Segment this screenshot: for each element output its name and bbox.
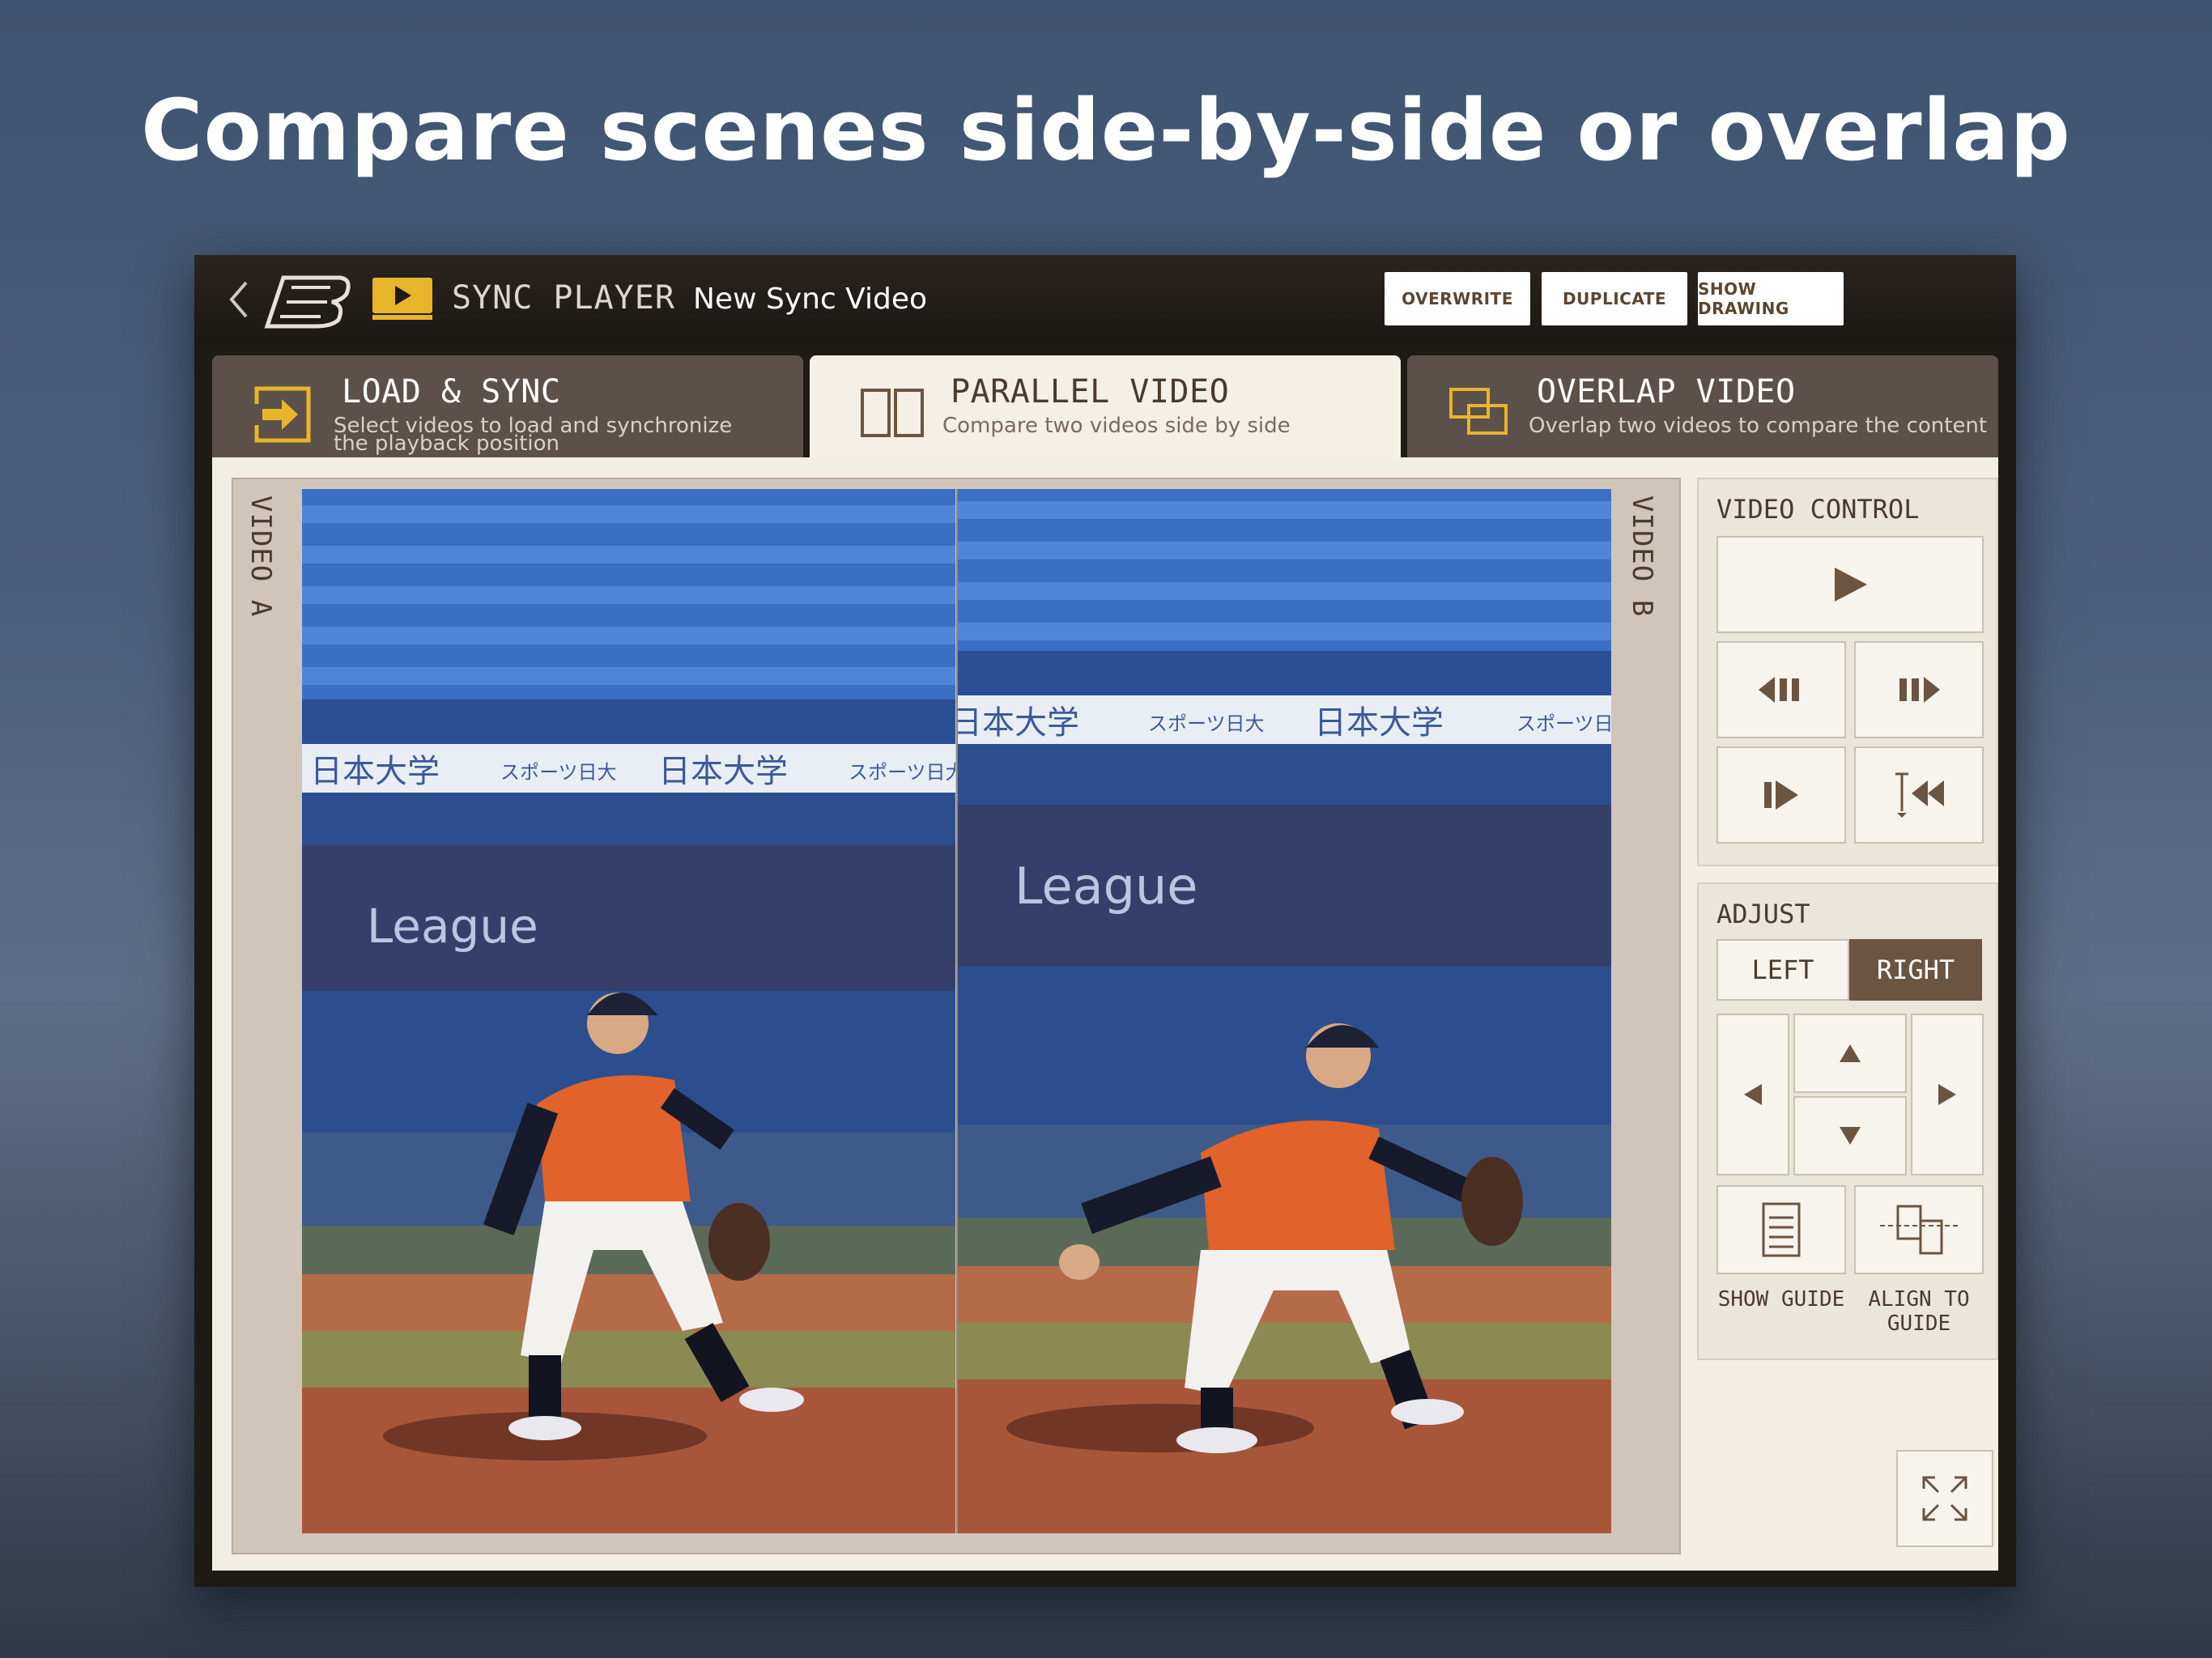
banner-sub-text: スポーツ日大 [500,761,617,784]
tab-subtitle: Select videos to load and synchronize th… [334,414,733,456]
adjust-title: ADJUST [1716,899,1810,929]
show-drawing-button[interactable]: SHOW DRAWING [1698,272,1844,325]
banner-text: 日本大学 [658,753,788,790]
align-to-guide-label: ALIGN TO GUIDE [1868,1287,1970,1336]
align-guide-icon [1880,1205,1958,1255]
step-back-icon [1759,677,1799,703]
tab-title: LOAD & SYNC [342,373,561,410]
move-up-button[interactable] [1793,1014,1907,1093]
headline: Compare scenes side-by-side or overlap [141,81,2071,180]
video-b-player[interactable]: 日本大学 スポーツ日大 日本大学 スポーツ日大 League [956,489,1611,1533]
step-forward-icon [1899,677,1940,703]
tab-load-sync[interactable]: LOAD & SYNC Select videos to load and sy… [212,355,803,469]
frame-forward-button[interactable] [1716,746,1846,844]
mode-tabs: LOAD & SYNC Select videos to load and sy… [212,344,1998,469]
tab-title: PARALLEL VIDEO [951,373,1230,410]
jump-to-start-button[interactable] [1854,746,1984,844]
banner-sub-text: スポーツ日大 [1148,712,1265,735]
brand-logo-icon [264,275,351,329]
overwrite-button[interactable]: OVERWRITE [1385,272,1530,325]
adjust-left-toggle[interactable]: LEFT [1716,939,1849,1001]
arrow-right-icon [1938,1084,1956,1105]
content-area: VIDEO A VIDEO B 日本大学 スポーツ日大 日本大学 スポーツ日大 … [212,457,1998,1571]
frame-forward-icon [1764,780,1798,810]
sync-player-icon [372,278,432,320]
step-back-button[interactable] [1716,641,1846,738]
move-left-button[interactable] [1716,1014,1789,1175]
arrow-up-icon [1840,1044,1861,1062]
tab-overlap-video[interactable]: OVERLAP VIDEO Overlap two videos to comp… [1407,355,1998,469]
jump-to-start-icon [1895,772,1944,818]
video-control-title: VIDEO CONTROL [1716,494,1920,525]
load-arrow-icon [254,386,311,443]
tab-subtitle: Overlap two videos to compare the conten… [1529,414,1988,438]
banner-sub-text: スポーツ日大 [849,761,955,784]
document-title: New Sync Video [693,283,928,316]
move-right-button[interactable] [1911,1014,1984,1175]
tab-parallel-video[interactable]: PARALLEL VIDEO Compare two videos side b… [810,355,1401,469]
guide-lines-icon [1762,1202,1801,1257]
tab-subtitle: Compare two videos side by side [942,414,1291,438]
move-down-button[interactable] [1793,1096,1907,1175]
arrow-left-icon [1744,1084,1762,1105]
video-control-panel: VIDEO CONTROL [1697,478,1998,866]
app-window: SYNC PLAYER New Sync Video OVERWRITE DUP… [194,255,2016,1587]
step-forward-button[interactable] [1854,641,1984,738]
expand-icon [1922,1476,1967,1521]
app-title: SYNC PLAYER [452,279,675,317]
show-guide-button[interactable] [1716,1185,1846,1274]
tab-title: OVERLAP VIDEO [1537,373,1796,410]
duplicate-button[interactable]: DUPLICATE [1542,272,1687,325]
align-to-guide-button[interactable] [1854,1185,1984,1274]
top-bar: SYNC PLAYER New Sync Video OVERWRITE DUP… [194,255,2016,344]
banner-text: 日本大学 [310,753,440,790]
league-text: League [367,899,538,954]
parallel-video-icon [861,389,924,437]
video-b-label: VIDEO B [1626,495,1658,618]
video-frame: VIDEO A VIDEO B 日本大学 スポーツ日大 日本大学 スポーツ日大 … [232,478,1681,1554]
banner-text: 日本大学 [1314,704,1444,742]
league-text: League [1015,857,1197,916]
play-icon [1835,568,1867,602]
fullscreen-button[interactable] [1896,1450,1993,1547]
adjust-panel: ADJUST LEFT RIGHT SHOW GUIDE ALIGN TO GU… [1697,882,1998,1360]
overlap-video-icon [1449,388,1508,435]
adjust-right-toggle[interactable]: RIGHT [1849,939,1982,1001]
play-button[interactable] [1716,536,1984,633]
video-a-label: VIDEO A [245,495,277,618]
banner-text: 日本大学 [958,704,1079,742]
banner-sub-text: スポーツ日大 [1516,712,1611,735]
arrow-down-icon [1840,1127,1861,1145]
show-guide-label: SHOW GUIDE [1717,1287,1845,1312]
video-a-player[interactable]: 日本大学 スポーツ日大 日本大学 スポーツ日大 League [302,489,955,1533]
back-chevron-icon[interactable] [227,279,251,320]
